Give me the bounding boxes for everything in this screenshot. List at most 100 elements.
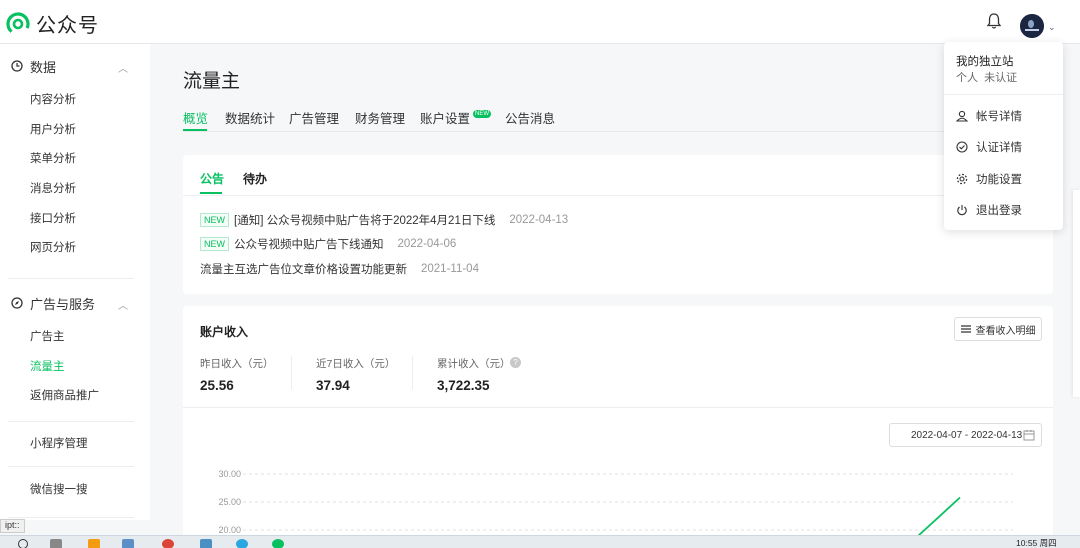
divider [183, 407, 1053, 408]
stat-value: 25.56 [200, 378, 234, 393]
tab-indicator [183, 129, 207, 131]
sidebar-item[interactable]: 用户分析 [0, 116, 150, 146]
chevron-down-icon[interactable]: ⌄ [1048, 22, 1056, 33]
stat-value: 37.94 [316, 378, 350, 393]
sidebar-item[interactable]: 接口分析 [0, 205, 150, 235]
date-range-picker[interactable]: 2022-04-07 - 2022-04-13 [889, 423, 1042, 447]
divider [944, 94, 1063, 95]
income-card: 账户收入 查看收入明细 昨日收入（元） 25.56 近7日收入（元） 37.94… [183, 306, 1053, 548]
avatar-icon [1020, 14, 1044, 38]
sidebar-item[interactable]: 菜单分析 [0, 145, 150, 175]
announcement-date: 2022-04-06 [397, 238, 457, 250]
announcement-text[interactable]: 流量主互选广告位文章价格设置功能更新 [200, 261, 407, 277]
view-income-detail-button[interactable]: 查看收入明细 [954, 317, 1042, 341]
divider [8, 466, 134, 467]
subtab-announcements[interactable]: 公告 [200, 170, 224, 187]
divider [8, 278, 134, 279]
taskview-icon[interactable] [50, 539, 62, 548]
verify-status: 未认证 [984, 72, 1018, 84]
sidebar-item[interactable]: 消息分析 [0, 175, 150, 205]
divider [8, 517, 134, 518]
help-icon[interactable]: ? [510, 357, 521, 368]
sidebar-group-label: 广告与服务 [30, 296, 96, 312]
sidebar-group-header[interactable]: 广告与服务 ︿ [0, 283, 150, 323]
stat-label: 累计收入（元） [437, 358, 511, 370]
sidebar-group-data: 数据 ︿ 内容分析 用户分析 菜单分析 消息分析 接口分析 网页分析 [0, 46, 150, 264]
wechat-icon[interactable] [272, 539, 284, 548]
app-icon[interactable] [200, 539, 212, 548]
app-name: 公众号 [36, 15, 99, 37]
announcement-date: 2021-11-04 [421, 263, 479, 275]
divider [183, 195, 1053, 196]
chart-y-tick-label: 20.00 [218, 525, 241, 535]
stat-label: 近7日收入（元） [316, 358, 396, 370]
side-panel-edge [1073, 190, 1080, 397]
new-badge: NEW [200, 213, 229, 227]
sidebar-item[interactable]: 网页分析 [0, 234, 150, 264]
clock-icon [11, 60, 23, 72]
power-icon [957, 205, 967, 216]
stat-total: 累计收入（元） 3,722.35 [437, 356, 511, 393]
account-type-label: 个人 [956, 72, 978, 84]
bell-icon[interactable] [984, 11, 1004, 31]
chart-y-tick-label: 30.00 [218, 469, 241, 479]
menu-item-settings[interactable]: 功能设置 [956, 171, 1022, 187]
stat-value: 3,722.35 [437, 378, 490, 393]
menu-item-label: 认证详情 [976, 142, 1022, 154]
sidebar-group-ads: 广告与服务 ︿ 广告主 流量主 返佣商品推广 [0, 283, 150, 412]
account-menu: 我的独立站 个人 未认证 帐号详情 认证详情 功能设置 退出登录 [944, 42, 1063, 230]
page-title: 流量主 [183, 71, 241, 92]
menu-item-label: 功能设置 [976, 174, 1022, 186]
tab-overview[interactable]: 概览 [183, 108, 208, 127]
tab-ad-management[interactable]: 广告管理 [289, 108, 339, 127]
sidebar-item[interactable]: 广告主 [0, 323, 150, 353]
menu-item-account-detail[interactable]: 帐号详情 [956, 108, 1022, 124]
chrome-icon[interactable] [162, 539, 174, 548]
main-tabs: 概览 数据统计 广告管理 财务管理 账户设置 NEW 公告消息 [183, 107, 1053, 132]
announcement-row[interactable]: 流量主互选广告位文章价格设置功能更新 2021-11-04 [200, 261, 479, 277]
announcement-row[interactable]: NEW 公众号视频中贴广告下线通知 2022-04-06 [200, 236, 456, 252]
view-income-detail-label: 查看收入明细 [975, 325, 1036, 337]
gear-icon [956, 173, 968, 185]
chevron-up-icon: ︿ [118, 64, 128, 75]
menu-item-verify-detail[interactable]: 认证详情 [956, 139, 1022, 155]
sidebar-item[interactable]: 内容分析 [0, 86, 150, 116]
menu-item-logout[interactable]: 退出登录 [956, 202, 1022, 218]
sidebar-item[interactable]: 微信搜一搜 [0, 476, 88, 506]
search-icon[interactable] [18, 539, 28, 548]
sidebar-item[interactable]: 小程序管理 [0, 430, 88, 460]
avatar[interactable] [1020, 14, 1044, 38]
announcement-card: 公告 待办 NEW [通知] 公众号视频中贴广告将于2022年4月21日下线 2… [183, 155, 1053, 294]
tab-finance[interactable]: 财务管理 [355, 108, 405, 127]
app-icon[interactable] [236, 539, 248, 548]
compass-icon [11, 297, 23, 309]
app-icon[interactable] [122, 539, 134, 548]
announcement-text[interactable]: 公众号视频中贴广告下线通知 [234, 236, 384, 252]
chart-y-tick-label: 25.00 [218, 497, 241, 507]
chevron-up-icon: ︿ [118, 301, 128, 312]
stat-7days: 近7日收入（元） 37.94 [316, 356, 395, 393]
subtab-indicator [200, 192, 222, 194]
tab-data-stats[interactable]: 数据统计 [225, 108, 275, 127]
taskbar: 10:55 周四 [0, 535, 1080, 548]
tab-account-settings[interactable]: 账户设置 [420, 108, 470, 127]
app-icon[interactable] [88, 539, 100, 548]
date-range-value: 2022-04-07 - 2022-04-13 [911, 429, 1023, 441]
announcement-text[interactable]: [通知] 公众号视频中贴广告将于2022年4月21日下线 [234, 212, 495, 228]
stat-label: 昨日收入（元） [200, 358, 274, 370]
announcement-date: 2022-04-13 [509, 214, 569, 226]
sidebar-group-header[interactable]: 数据 ︿ [0, 46, 150, 86]
announcement-row[interactable]: NEW [通知] 公众号视频中贴广告将于2022年4月21日下线 2022-04… [200, 212, 568, 228]
calendar-icon [1023, 430, 1035, 441]
tab-announcements[interactable]: 公告消息 [505, 108, 555, 127]
sidebar: 数据 ︿ 内容分析 用户分析 菜单分析 消息分析 接口分析 网页分析 广告与服务… [0, 44, 150, 520]
status-tooltip: ipt:: [0, 519, 25, 533]
divider [291, 356, 292, 390]
income-title: 账户收入 [200, 325, 249, 339]
divider [412, 356, 413, 390]
logo[interactable]: 公众号 [6, 9, 99, 38]
sidebar-item-active[interactable]: 流量主 [0, 353, 150, 383]
stat-yesterday: 昨日收入（元） 25.56 [200, 356, 274, 393]
sidebar-item[interactable]: 返佣商品推广 [0, 382, 150, 412]
subtab-todo[interactable]: 待办 [243, 170, 267, 187]
